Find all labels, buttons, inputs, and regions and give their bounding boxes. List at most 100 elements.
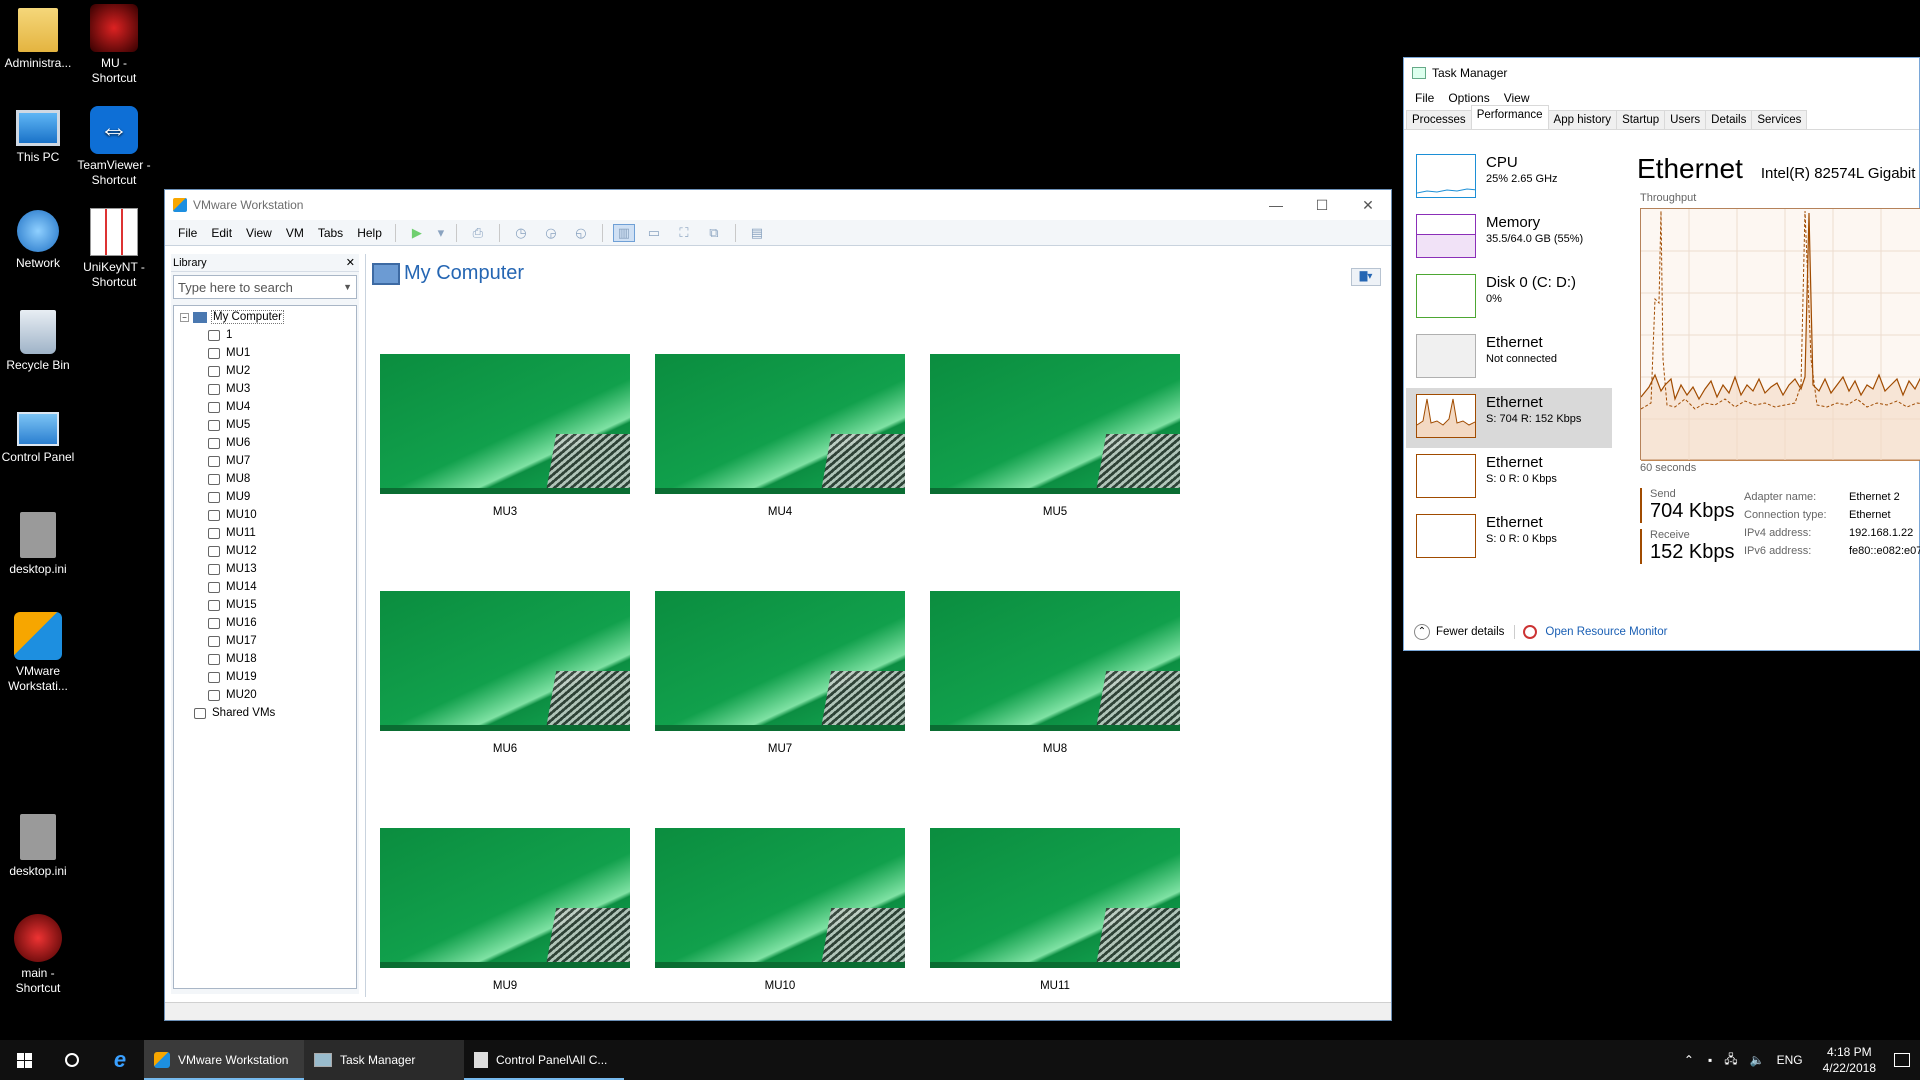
perf-item-memory[interactable]: Memory 35.5/64.0 GB (55%) (1406, 208, 1612, 268)
view-mode-dropdown[interactable]: ▇▾ (1351, 268, 1381, 286)
tree-node-vm[interactable]: MU3 (180, 380, 356, 398)
tree-node-vm[interactable]: MU5 (180, 416, 356, 434)
tree-node-vm[interactable]: MU2 (180, 362, 356, 380)
taskbar-app-task-manager[interactable]: Task Manager (304, 1040, 464, 1080)
vm-thumbnail[interactable] (930, 354, 1180, 494)
perf-item-cpu[interactable]: CPU 25% 2.65 GHz (1406, 148, 1612, 208)
tree-node-vm[interactable]: MU9 (180, 488, 356, 506)
open-resource-monitor-link[interactable]: Open Resource Monitor (1545, 626, 1667, 638)
tree-node-vm[interactable]: MU4 (180, 398, 356, 416)
vm-thumbnail-label[interactable]: MU11 (930, 980, 1180, 992)
library-search-input[interactable]: Type here to search ▼ (173, 275, 357, 299)
notifications-icon[interactable] (1894, 1053, 1910, 1067)
usb-icon[interactable]: ▪ (1708, 1053, 1712, 1067)
tree-node-vm[interactable]: MU16 (180, 614, 356, 632)
desktop-icon-vmware[interactable]: VMware Workstati... (0, 612, 82, 694)
tab-performance[interactable]: Performance (1470, 105, 1549, 129)
desktop-icon-control-panel[interactable]: Control Panel (0, 412, 82, 465)
tree-node-vm[interactable]: MU17 (180, 632, 356, 650)
perf-item-ethernet[interactable]: Ethernet S: 704 R: 152 Kbps (1406, 388, 1612, 448)
tree-node-vm[interactable]: MU1 (180, 344, 356, 362)
tree-node-vm[interactable]: MU19 (180, 668, 356, 686)
tree-node-vm[interactable]: MU7 (180, 452, 356, 470)
vm-thumbnail-label[interactable]: MU6 (380, 743, 630, 755)
vm-thumbnail-label[interactable]: MU7 (655, 743, 905, 755)
clock[interactable]: 4:18 PM 4/22/2018 (1823, 1044, 1876, 1076)
menu-tabs[interactable]: Tabs (311, 226, 350, 240)
tree-node-vm[interactable]: MU13 (180, 560, 356, 578)
tab-app-history[interactable]: App history (1547, 110, 1618, 129)
menu-file[interactable]: File (1408, 91, 1441, 105)
menu-vm[interactable]: VM (279, 226, 311, 240)
vm-thumbnail[interactable] (380, 828, 630, 968)
menu-edit[interactable]: Edit (204, 226, 239, 240)
chevron-up-icon[interactable]: ⌃ (1414, 624, 1430, 640)
tab-startup[interactable]: Startup (1616, 110, 1666, 129)
tree-node-shared-vms[interactable]: Shared VMs (180, 704, 356, 722)
start-button[interactable] (0, 1040, 48, 1080)
vm-thumbnail[interactable] (655, 828, 905, 968)
tab-processes[interactable]: Processes (1406, 110, 1472, 129)
language-indicator[interactable]: ENG (1777, 1053, 1803, 1067)
revert-snapshot-icon[interactable]: ◶ (540, 224, 562, 242)
vm-thumbnail-label[interactable]: MU8 (930, 743, 1180, 755)
tab-users[interactable]: Users (1664, 110, 1707, 129)
snapshot-manager-icon[interactable]: ◵ (570, 224, 592, 242)
vm-thumbnail-label[interactable]: MU4 (655, 506, 905, 518)
collapse-icon[interactable]: − (180, 312, 189, 322)
console-view-icon[interactable]: ▤ (746, 224, 768, 242)
library-close-icon[interactable]: ✕ (346, 256, 355, 269)
vm-thumbnail-label[interactable]: MU9 (380, 980, 630, 992)
vmware-titlebar[interactable]: VMware Workstation — ☐ ✕ (165, 190, 1391, 220)
show-library-icon[interactable]: ▥ (612, 223, 635, 242)
close-button[interactable]: ✕ (1345, 190, 1391, 220)
unity-icon[interactable]: ⧉ (703, 224, 725, 242)
desktop-icon-main-shortcut[interactable]: main - Shortcut (0, 914, 82, 996)
tree-node-vm[interactable]: MU15 (180, 596, 356, 614)
tree-node-vm[interactable]: MU10 (180, 506, 356, 524)
tree-node-vm[interactable]: MU14 (180, 578, 356, 596)
tab-services[interactable]: Services (1751, 110, 1808, 129)
vm-thumbnail[interactable] (930, 591, 1180, 731)
tree-node-vm[interactable]: 1 (180, 326, 356, 344)
fewer-details-button[interactable]: Fewer details (1436, 626, 1504, 638)
taskbar-app-control-panel[interactable]: Control Panel\All C... (464, 1040, 624, 1080)
desktop-icon-desktop-ini-2[interactable]: desktop.ini (0, 814, 82, 879)
dropdown-arrow-icon[interactable]: ▾ (436, 224, 446, 242)
chevron-up-icon[interactable]: ⌃ (1684, 1053, 1694, 1067)
vm-thumbnail[interactable] (380, 591, 630, 731)
desktop-icon-unikey[interactable]: UniKeyNT - Shortcut (70, 208, 158, 290)
task-manager-titlebar[interactable]: Task Manager (1404, 58, 1919, 88)
vm-thumbnail-label[interactable]: MU5 (930, 506, 1180, 518)
maximize-button[interactable]: ☐ (1299, 190, 1345, 220)
thumbnail-bar-icon[interactable]: ▭ (643, 224, 665, 242)
perf-item-ethernet[interactable]: Ethernet S: 0 R: 0 Kbps (1406, 508, 1612, 568)
menu-options[interactable]: Options (1441, 91, 1496, 105)
power-on-icon[interactable]: ▶ (406, 224, 428, 242)
search-button[interactable] (48, 1040, 96, 1080)
perf-item-ethernet[interactable]: Ethernet S: 0 R: 0 Kbps (1406, 448, 1612, 508)
vm-thumbnail[interactable] (655, 591, 905, 731)
vm-thumbnail[interactable] (380, 354, 630, 494)
send-keys-icon[interactable]: ⎙ (467, 224, 489, 242)
network-tray-icon[interactable]: 🖧 (1724, 1050, 1737, 1071)
menu-view[interactable]: View (239, 226, 279, 240)
menu-view[interactable]: View (1497, 91, 1537, 105)
vm-thumbnail-label[interactable]: MU10 (655, 980, 905, 992)
chevron-down-icon[interactable]: ▼ (343, 282, 352, 292)
perf-item-ethernet[interactable]: Ethernet Not connected (1406, 328, 1612, 388)
tab-details[interactable]: Details (1705, 110, 1753, 129)
tree-node-vm[interactable]: MU8 (180, 470, 356, 488)
snapshot-icon[interactable]: ◷ (510, 224, 532, 242)
volume-icon[interactable]: 🔈 (1750, 1053, 1765, 1067)
menu-file[interactable]: File (171, 226, 204, 240)
taskbar-app-vmware[interactable]: VMware Workstation (144, 1040, 304, 1080)
internet-explorer-button[interactable]: e (96, 1040, 144, 1080)
desktop-icon-mu-shortcut[interactable]: MU - Shortcut (70, 4, 158, 86)
vm-thumbnail-label[interactable]: MU3 (380, 506, 630, 518)
vm-thumbnail[interactable] (655, 354, 905, 494)
tree-node-vm[interactable]: MU12 (180, 542, 356, 560)
tree-node-vm[interactable]: MU6 (180, 434, 356, 452)
desktop-icon-desktop-ini-1[interactable]: desktop.ini (0, 512, 82, 577)
tree-node-vm[interactable]: MU20 (180, 686, 356, 704)
